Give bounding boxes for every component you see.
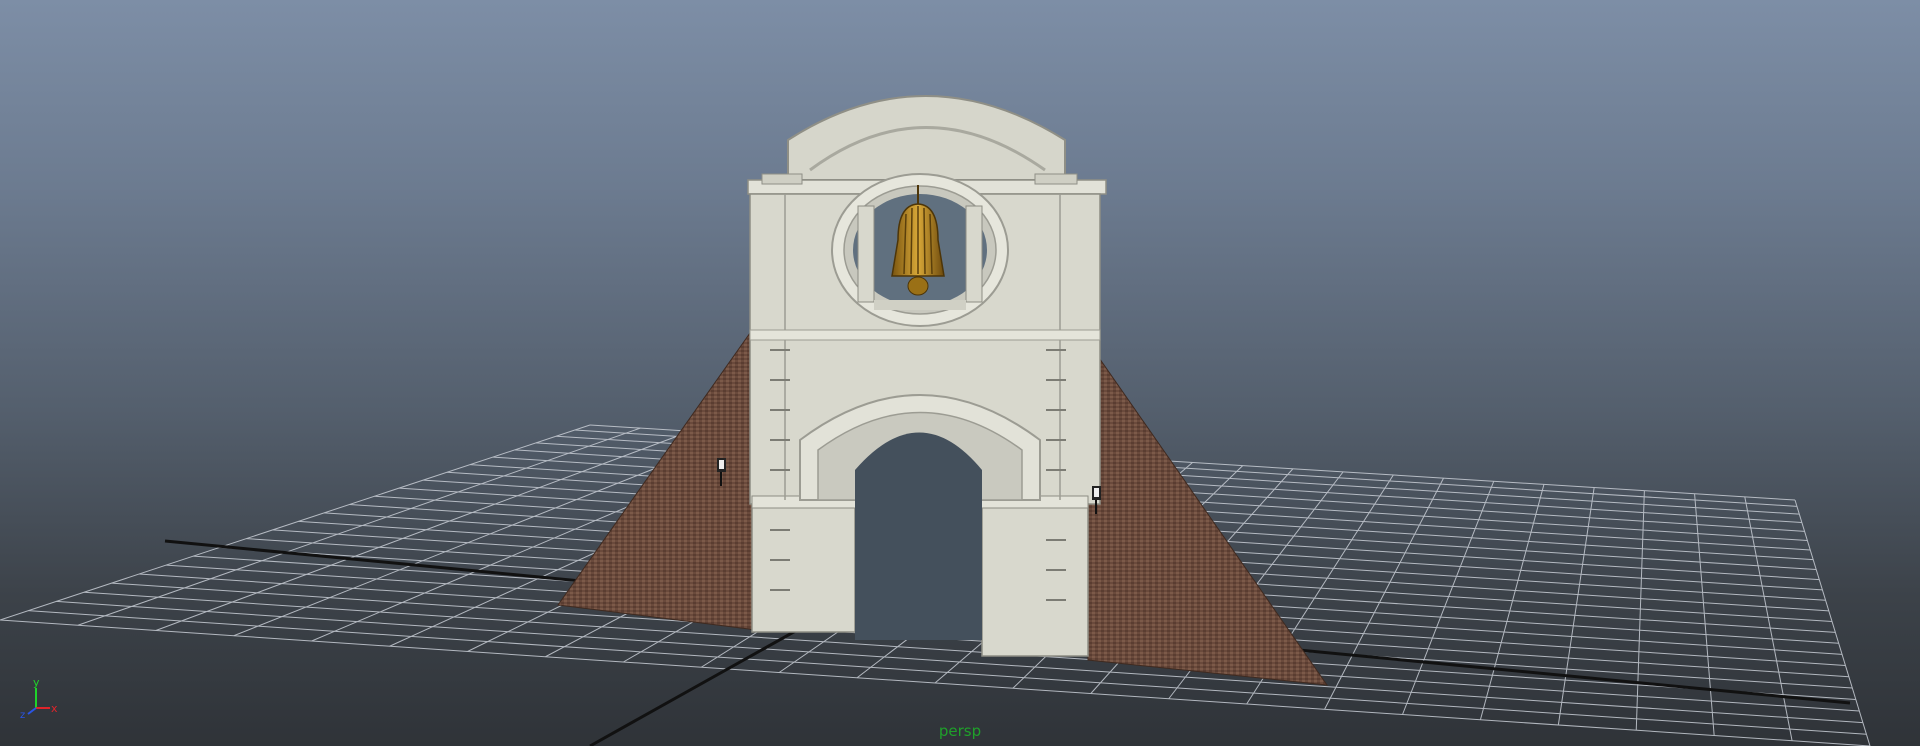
axis-x-label: x	[51, 702, 58, 715]
scene-canvas[interactable]	[0, 0, 1920, 746]
grid-line	[1635, 490, 1645, 731]
grid-line	[1324, 477, 1444, 710]
grid-line	[0, 424, 591, 621]
axis-z-line	[27, 707, 37, 715]
grid-line	[1557, 487, 1595, 726]
brick-ramp-right[interactable]	[1087, 340, 1329, 686]
camera-name-label: persp	[938, 722, 982, 740]
axis-y-label: y	[33, 676, 40, 689]
grid-line	[77, 427, 641, 626]
grid-line	[1402, 481, 1495, 715]
gate-arch[interactable]	[747, 95, 1107, 657]
axis-z-label: z	[20, 710, 25, 718]
axis-gizmo: y x z	[20, 676, 58, 718]
grid-line	[1694, 493, 1715, 736]
maya-perspective-viewport[interactable]: y x z persp	[0, 0, 1920, 746]
